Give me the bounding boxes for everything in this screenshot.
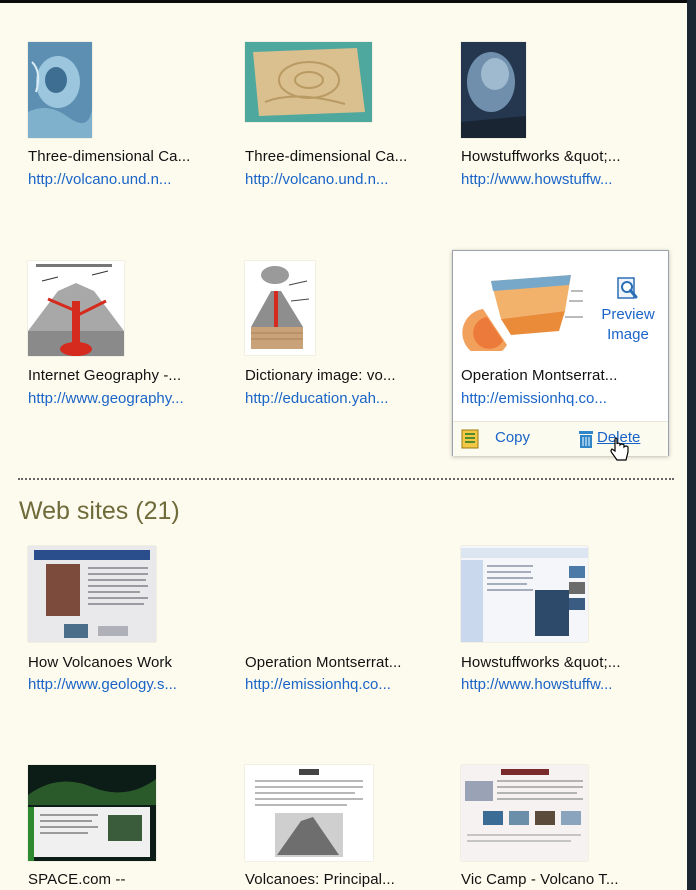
result-url-link[interactable]: http://www.howstuffw... <box>461 676 612 693</box>
result-title: Three-dimensional Ca... <box>28 148 191 165</box>
preview-image-button[interactable]: Preview Image <box>596 277 660 345</box>
website-screenshot-thumbnail[interactable] <box>28 765 156 861</box>
result-title: Howstuffworks &quot;... <box>461 654 621 671</box>
result-title: Operation Montserrat... <box>245 654 402 671</box>
volcano-diagram-thumbnail[interactable] <box>245 261 315 355</box>
web-sites-heading: Web sites (21) <box>19 497 180 525</box>
magnifier-icon <box>616 277 640 301</box>
website-screenshot-thumbnail[interactable] <box>461 765 588 861</box>
result-title: SPACE.com -- <box>28 871 126 888</box>
result-title: Volcanoes: Principal... <box>245 871 395 888</box>
copy-label: Copy <box>495 429 531 446</box>
section-divider <box>18 478 674 480</box>
result-url-link[interactable]: http://volcano.und.n... <box>28 171 171 188</box>
website-screenshot-thumbnail[interactable] <box>245 765 373 861</box>
relief-model-thumbnail[interactable] <box>245 42 372 122</box>
result-title: Dictionary image: vo... <box>245 367 396 384</box>
trash-icon <box>577 429 595 449</box>
result-title: Operation Montserrat... <box>461 367 618 384</box>
results-panel: Three-dimensional Ca... http://volcano.u… <box>0 0 687 890</box>
result-url-link[interactable]: http://www.howstuffw... <box>461 171 612 188</box>
hand-cursor-icon <box>609 437 631 463</box>
result-title: Vic Camp - Volcano T... <box>461 871 619 888</box>
result-title: Howstuffworks &quot;... <box>461 148 621 165</box>
website-screenshot-thumbnail[interactable] <box>28 546 156 642</box>
volcano-crater-thumbnail[interactable] <box>28 42 92 138</box>
result-url-link[interactable]: http://volcano.und.n... <box>245 171 388 188</box>
earth-layers-thumbnail[interactable] <box>461 261 585 351</box>
empty-thumbnail <box>245 546 373 642</box>
result-url-link[interactable]: http://emissionhq.co... <box>461 390 607 407</box>
hovered-image-result[interactable]: Preview Image Operation Montserrat... ht… <box>452 250 669 461</box>
preview-image-label: Preview Image <box>601 306 655 343</box>
volcano-cross-section-thumbnail[interactable] <box>28 261 124 356</box>
copy-icon <box>461 429 479 449</box>
result-url-link[interactable]: http://www.geography... <box>28 390 184 407</box>
result-title: Three-dimensional Ca... <box>245 148 408 165</box>
website-screenshot-thumbnail[interactable] <box>461 546 588 642</box>
result-url-link[interactable]: http://education.yah... <box>245 390 388 407</box>
result-url-link[interactable]: http://emissionhq.co... <box>245 676 391 693</box>
result-title: Internet Geography -... <box>28 367 182 384</box>
eruption-photo-thumbnail[interactable] <box>461 42 526 138</box>
result-url-link[interactable]: http://www.geology.s... <box>28 676 177 693</box>
result-title: How Volcanoes Work <box>28 654 173 671</box>
